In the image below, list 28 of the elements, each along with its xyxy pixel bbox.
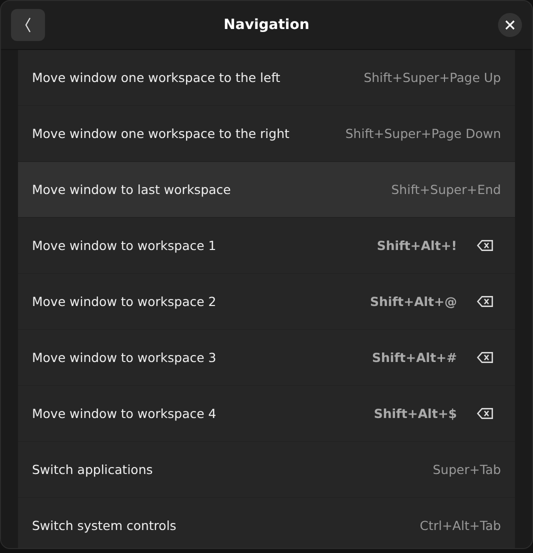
shortcut-keys: Super+Tab	[432, 462, 501, 477]
shortcut-label: Move window one workspace to the left	[32, 70, 282, 85]
chevron-left-icon	[24, 17, 32, 33]
backspace-icon[interactable]	[477, 352, 493, 363]
shortcut-keys: Shift+Alt+$	[374, 406, 457, 421]
shortcut-keys: Shift+Super+End	[391, 182, 501, 197]
back-button[interactable]	[11, 9, 45, 41]
backspace-icon[interactable]	[477, 408, 493, 419]
shortcut-label: Move window to workspace 3	[32, 350, 218, 365]
shortcut-label: Move window to workspace 1	[32, 238, 218, 253]
shortcut-keys: Shift+Alt+!	[376, 238, 457, 253]
shortcut-label: Move window to workspace 4	[32, 406, 218, 421]
shortcut-label: Switch applications	[32, 462, 154, 477]
backspace-icon[interactable]	[477, 296, 493, 307]
shortcut-keys: Ctrl+Alt+Tab	[420, 518, 501, 533]
shortcut-keys: Shift+Alt+@	[370, 294, 457, 309]
window-title: Navigation	[224, 17, 310, 33]
shortcut-label: Move window to workspace 2	[32, 294, 218, 309]
shortcut-keys: Shift+Super+Page Down	[345, 126, 501, 141]
shortcut-keys: Shift+Super+Page Up	[364, 70, 501, 85]
shortcut-label: Switch system controls	[32, 518, 178, 533]
shortcut-keys: Shift+Alt+#	[372, 350, 457, 365]
shortcut-row[interactable]: Move window to last workspace Shift+Super+End	[18, 162, 515, 218]
shortcut-label: Move window to last workspace	[32, 182, 232, 197]
shortcut-label: Move window one workspace to the right	[32, 126, 290, 141]
backspace-icon[interactable]	[477, 240, 493, 251]
close-button[interactable]	[498, 13, 522, 37]
close-icon	[505, 20, 515, 30]
